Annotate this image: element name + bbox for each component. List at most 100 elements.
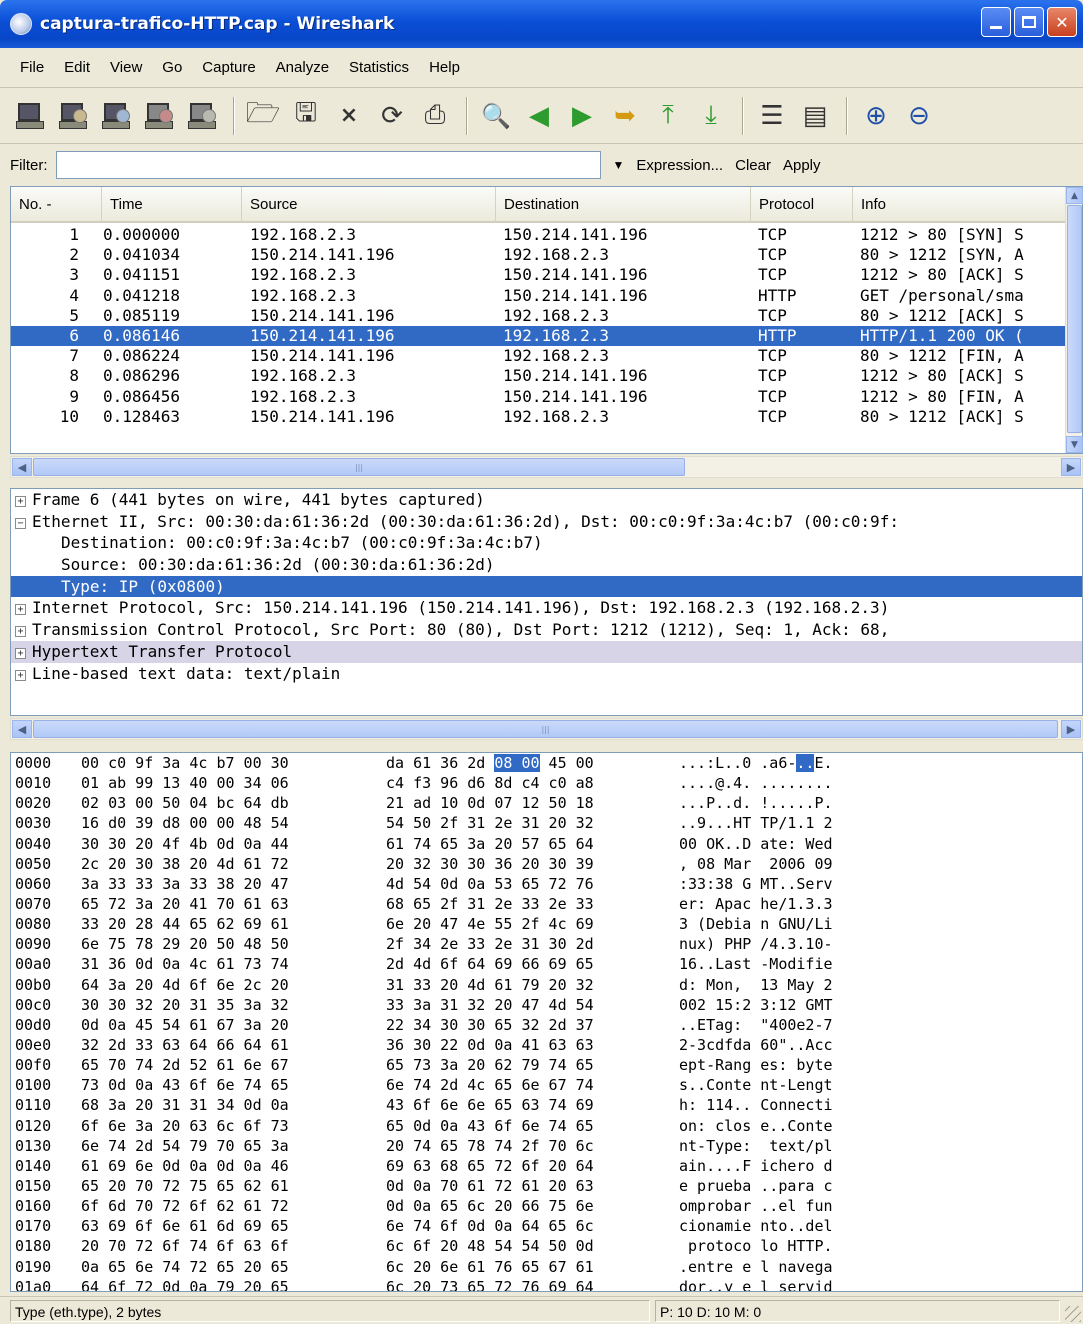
packet-details[interactable]: + Frame 6 (441 bytes on wire, 441 bytes c… [10,488,1083,716]
hex-ascii[interactable]: ...:L..0 .a6-..E. [679,753,833,773]
packet-row[interactable]: 10 0.128463 150.214.141.196 192.168.2.3 TCP 8… [11,407,1067,427]
hex-ascii[interactable]: .entre e l navega [679,1257,833,1277]
hex-ascii[interactable]: 00 OK..D ate: Wed [679,834,833,854]
hex-ascii[interactable]: , 08 Mar 2006 09 [679,854,833,874]
maximize-button[interactable] [1014,7,1044,37]
detail-row[interactable]: + Transmission Control Protocol, Src Port… [11,619,1082,641]
detail-row[interactable]: Source: 00:30:da:61:36:2d (00:30:da:61:3… [11,554,1082,576]
scroll-left-icon[interactable]: ◀ [12,458,32,476]
hex-bytes[interactable]: 65 73 3a 20 62 79 74 65 [386,1055,594,1075]
hex-bytes[interactable]: 0d 0a 70 61 72 61 20 63 [386,1176,594,1196]
hex-bytes[interactable]: 30 30 32 20 31 35 3a 32 [81,995,289,1015]
hex-bytes[interactable]: 64 3a 20 4d 6f 6e 2c 20 [81,975,289,995]
hex-bytes[interactable]: 6e 75 78 29 20 50 48 50 [81,934,289,954]
packet-row[interactable]: 4 0.041218 192.168.2.3 150.214.141.196 HTTP G… [11,286,1067,306]
hex-bytes[interactable]: c4 f3 96 d6 8d c4 c0 a8 [386,773,594,793]
filter-input[interactable] [55,151,601,179]
scroll-thumb[interactable]: ||| [33,458,685,476]
detail-row[interactable]: − Ethernet II, Src: 00:30:da:61:36:2d (00… [11,511,1082,533]
column-time[interactable]: Time [101,187,241,223]
packet-bytes[interactable]: 0000 00 c0 9f 3a 4c b7 00 30 da 61 36 2d 0… [10,752,1083,1292]
print-button[interactable]: ⎙ [415,95,455,137]
hex-bytes[interactable]: 6f 6e 3a 20 63 6c 6f 73 [81,1116,289,1136]
scroll-right-icon[interactable]: ▶ [1061,458,1081,476]
packet-row[interactable]: 7 0.086224 150.214.141.196 192.168.2.3 TCP 80… [11,346,1067,366]
hex-bytes[interactable]: 33 20 28 44 65 62 69 61 [81,914,289,934]
hex-ascii[interactable]: h: 114.. Connecti [679,1095,833,1115]
zoom-in-button[interactable]: ⊕ [856,95,896,137]
find-packet-button[interactable]: 🔍 [476,95,516,137]
hex-bytes[interactable]: 16 d0 39 d8 00 00 48 54 [81,813,289,833]
hex-ascii[interactable]: omprobar ..el fun [679,1196,833,1216]
hex-bytes[interactable]: 4d 54 0d 0a 53 65 72 76 [386,874,594,894]
filter-dropdown-icon[interactable]: ▼ [613,158,625,172]
hex-ascii[interactable]: 002 15:2 3:12 GMT [679,995,833,1015]
auto-scroll-button[interactable]: ▤ [795,95,835,137]
save-file-button[interactable]: 🖫 [286,95,326,137]
expand-icon[interactable]: + [15,626,26,638]
scroll-thumb[interactable] [1067,205,1082,433]
hex-bytes[interactable]: 20 74 65 78 74 2f 70 6c [386,1136,594,1156]
packet-list-vscroll[interactable]: ▲ ▼ [1065,187,1083,453]
packet-row[interactable]: 9 0.086456 192.168.2.3 150.214.141.196 TCP 12… [11,387,1067,407]
menu-view[interactable]: View [100,55,152,80]
clear-button[interactable]: Clear [735,157,771,174]
hex-bytes[interactable]: 31 33 20 4d 61 79 20 32 [386,975,594,995]
hex-bytes[interactable]: 2f 34 2e 33 2e 31 30 2d [386,934,594,954]
scroll-up-icon[interactable]: ▲ [1066,187,1083,204]
hex-bytes[interactable]: 6f 6d 70 72 6f 62 61 72 [81,1196,289,1216]
expand-icon[interactable]: + [15,669,26,681]
hex-bytes[interactable]: 61 69 6e 0d 0a 0d 0a 46 [81,1156,289,1176]
menu-help[interactable]: Help [419,55,470,80]
hex-bytes[interactable]: 0d 0a 65 6c 20 66 75 6e [386,1196,594,1216]
hex-bytes[interactable]: 0d 0a 45 54 61 67 3a 20 [81,1015,289,1035]
go-forward-button[interactable]: ▶ [562,95,602,137]
menu-go[interactable]: Go [152,55,192,80]
close-file-button[interactable]: × [329,95,369,137]
hex-ascii[interactable]: ept-Rang es: byte [679,1055,833,1075]
hex-bytes[interactable]: 01 ab 99 13 40 00 34 06 [81,773,289,793]
detail-row[interactable]: Type: IP (0x0800) [11,575,1082,598]
hex-bytes[interactable]: 2c 20 30 38 20 4d 61 72 [81,854,289,874]
hex-bytes[interactable]: 69 63 68 65 72 6f 20 64 [386,1156,594,1176]
hex-bytes[interactable]: 68 3a 20 31 31 34 0d 0a [81,1095,289,1115]
open-file-button[interactable]: 🗁 [243,95,283,137]
go-back-button[interactable]: ◀ [519,95,559,137]
hex-ascii[interactable]: ..9...HT TP/1.1 2 [679,813,833,833]
hex-bytes[interactable]: 6e 74 2d 4c 65 6e 67 74 [386,1075,594,1095]
stop-capture-button[interactable] [139,95,179,137]
packet-row[interactable]: 6 0.086146 150.214.141.196 192.168.2.3 HTTP H… [11,325,1067,347]
resize-grip-icon[interactable] [1065,1306,1081,1322]
packet-row[interactable]: 8 0.086296 192.168.2.3 150.214.141.196 TCP 12… [11,366,1067,386]
hex-bytes[interactable]: 65 20 70 72 75 65 62 61 [81,1176,289,1196]
hex-bytes[interactable]: 65 72 3a 20 41 70 61 63 [81,894,289,914]
hex-bytes[interactable]: 54 50 2f 31 2e 31 20 32 [386,813,594,833]
hex-bytes[interactable]: 6c 6f 20 48 54 54 50 0d [386,1236,594,1256]
hex-bytes[interactable]: 64 6f 72 0d 0a 79 20 65 [81,1277,289,1291]
hex-bytes[interactable]: 6e 20 47 4e 55 2f 4c 69 [386,914,594,934]
hex-bytes[interactable]: 0a 65 6e 74 72 65 20 65 [81,1257,289,1277]
scroll-thumb[interactable]: ||| [33,720,1058,738]
column-info[interactable]: Info [852,187,1067,223]
column-protocol[interactable]: Protocol [750,187,852,223]
hex-bytes[interactable]: 2d 4d 6f 64 69 66 69 65 [386,954,594,974]
detail-row[interactable]: + Frame 6 (441 bytes on wire, 441 bytes c… [11,489,1082,511]
hex-ascii[interactable]: ...P..d. !.....P. [679,793,833,813]
packet-list[interactable]: No. - Time Source Destination Protocol I… [10,186,1083,454]
hex-bytes[interactable]: 32 2d 33 63 64 66 64 61 [81,1035,289,1055]
hex-bytes[interactable]: 65 70 74 2d 52 61 6e 67 [81,1055,289,1075]
hex-bytes[interactable]: 30 30 20 4f 4b 0d 0a 44 [81,834,289,854]
menu-edit[interactable]: Edit [54,55,100,80]
expand-icon[interactable]: + [15,604,26,616]
hex-bytes[interactable]: 20 32 30 30 36 20 30 39 [386,854,594,874]
interfaces-button[interactable] [10,95,50,137]
hex-ascii[interactable]: ain....F ichero d [679,1156,833,1176]
zoom-out-button[interactable]: ⊖ [899,95,939,137]
hex-ascii[interactable]: 3 (Debia n GNU/Li [679,914,833,934]
hex-bytes[interactable]: 00 c0 9f 3a 4c b7 00 30 [81,753,289,773]
capture-options-button[interactable] [53,95,93,137]
hex-bytes[interactable]: 6e 74 2d 54 79 70 65 3a [81,1136,289,1156]
hex-ascii[interactable]: cionamie nto..del [679,1216,833,1236]
expand-icon[interactable]: + [15,496,26,507]
packet-list-hscroll[interactable]: ◀ ||| ▶ [10,456,1083,478]
